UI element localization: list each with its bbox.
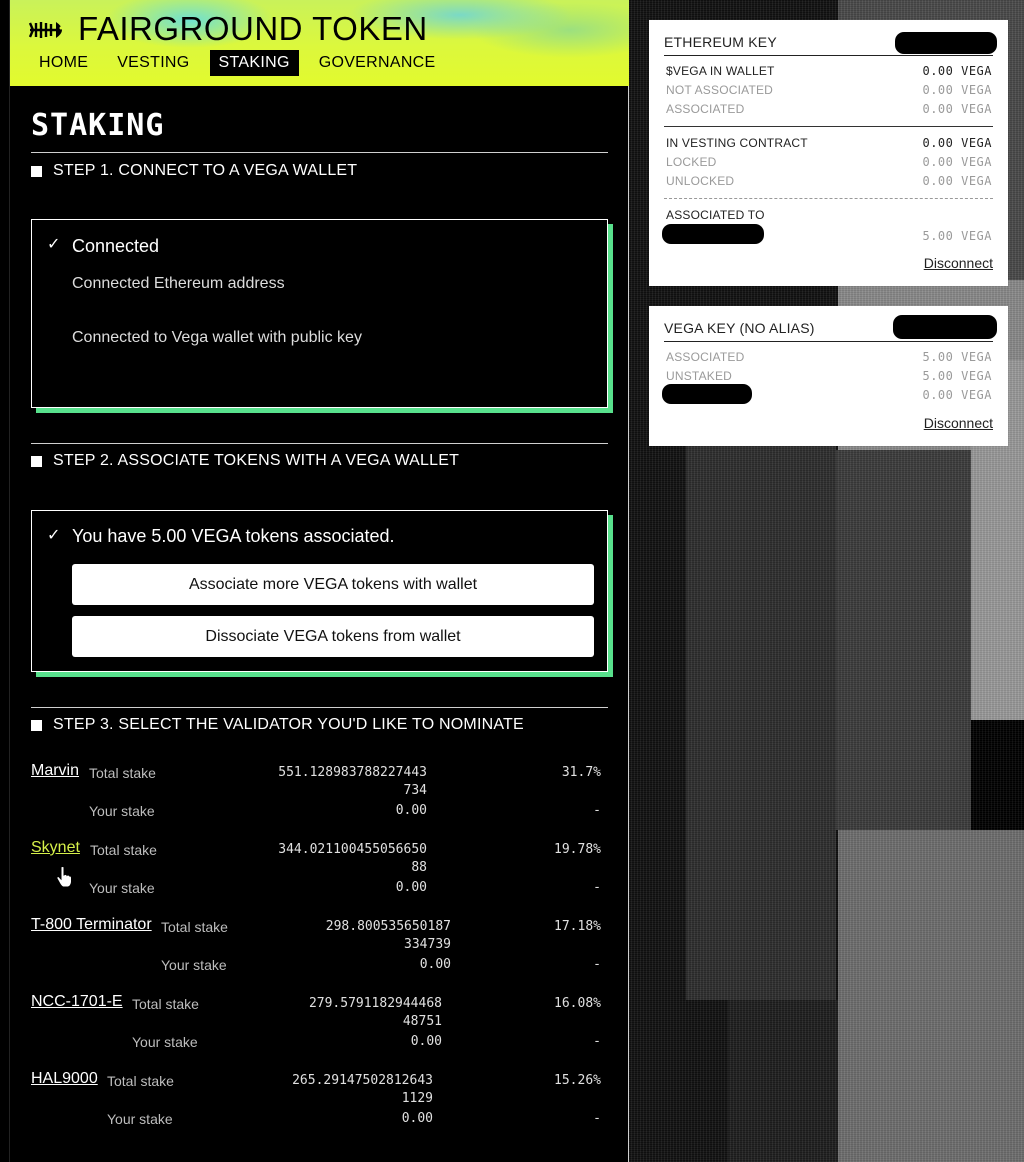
stake-percentage: 31.7% (561, 765, 601, 780)
step2-heading: STEP 2. ASSOCIATE TOKENS WITH A VEGA WAL… (31, 452, 459, 470)
vega-associated-row: ASSOCIATED 5.00 VEGA (666, 350, 992, 364)
wallet-balance-row: $VEGA IN WALLET 0.00 VEGA (666, 64, 992, 78)
total-stake-label: Total stake (89, 765, 156, 781)
staked-row: 0.00 VEGA (922, 388, 992, 402)
total-stake-label: Total stake (161, 919, 228, 935)
stake-percentage: 17.18% (554, 919, 601, 934)
dashed-divider (664, 198, 993, 199)
ethereum-key-panel: ETHEREUM KEY $VEGA IN WALLET 0.00 VEGA NO… (649, 20, 1008, 286)
your-stake-percentage: - (593, 1111, 601, 1126)
divider (664, 126, 993, 127)
step1-heading: STEP 1. CONNECT TO A VEGA WALLET (31, 162, 357, 180)
step2-heading-text: STEP 2. ASSOCIATE TOKENS WITH A VEGA WAL… (53, 452, 460, 469)
redacted-eth-address (895, 32, 997, 54)
validator-link-ncc1701e[interactable]: NCC-1701-E (31, 993, 123, 1011)
eth-disconnect-link[interactable]: Disconnect (924, 255, 993, 271)
check-icon: ✓ (47, 527, 61, 544)
page-title: STAKING (31, 108, 165, 143)
total-stake-value: 551.128983788227443 734 (278, 765, 427, 798)
bullet-square-icon (31, 165, 42, 177)
associate-more-button[interactable]: Associate more VEGA tokens with wallet (72, 564, 594, 605)
your-stake-value: 0.00 (410, 1034, 442, 1049)
eth-address-label: Connected Ethereum address (72, 275, 285, 292)
fish-skeleton-icon (28, 22, 63, 38)
step1-heading-text: STEP 1. CONNECT TO A VEGA WALLET (53, 162, 358, 179)
app-title: FAIRGROUND TOKEN (78, 10, 428, 47)
main-panel: FAIRGROUND TOKEN HOME VESTING STAKING GO… (9, 0, 629, 1162)
total-stake-value: 344.021100455056650 88 (278, 842, 427, 875)
bullet-square-icon (31, 719, 42, 731)
association-status: You have 5.00 VEGA tokens associated. (72, 526, 395, 546)
validator-link-t800[interactable]: T-800 Terminator (31, 916, 152, 934)
step3-heading-text: STEP 3. SELECT THE VALIDATOR YOU'D LIKE … (53, 716, 524, 733)
your-stake-label: Your stake (132, 1034, 198, 1050)
your-stake-percentage: - (593, 880, 601, 895)
total-stake-label: Total stake (90, 842, 157, 858)
nav-staking[interactable]: STAKING (209, 50, 299, 76)
your-stake-label: Your stake (161, 957, 227, 973)
your-stake-value: 0.00 (395, 803, 427, 818)
validator-link-skynet[interactable]: Skynet (31, 839, 80, 857)
connection-status: Connected (72, 236, 160, 256)
vesting-contract-row: IN VESTING CONTRACT 0.00 VEGA (666, 136, 992, 150)
stake-percentage: 19.78% (554, 842, 601, 857)
unlocked-row: UNLOCKED 0.00 VEGA (666, 174, 992, 188)
associated-amount-row: 5.00 VEGA (922, 229, 992, 243)
not-associated-row: NOT ASSOCIATED 0.00 VEGA (666, 83, 992, 97)
vega-key-label: Connected to Vega wallet with public key (72, 329, 362, 346)
redacted-vega-pubkey (893, 315, 997, 339)
hand-cursor-icon (56, 866, 72, 888)
validator-link-hal9000[interactable]: HAL9000 (31, 1070, 98, 1088)
your-stake-value: 0.00 (419, 957, 451, 972)
your-stake-label: Your stake (107, 1111, 173, 1127)
your-stake-percentage: - (593, 957, 601, 972)
locked-row: LOCKED 0.00 VEGA (666, 155, 992, 169)
top-nav: HOME VESTING STAKING GOVERNANCE (30, 50, 456, 76)
step3-heading: STEP 3. SELECT THE VALIDATOR YOU'D LIKE … (31, 716, 524, 734)
divider (31, 443, 608, 444)
your-stake-label: Your stake (89, 803, 155, 819)
bullet-square-icon (31, 455, 42, 467)
your-stake-value: 0.00 (395, 880, 427, 895)
total-stake-value: 265.29147502812643 1129 (292, 1073, 433, 1106)
connection-card: ✓ Connected Connected Ethereum address C… (31, 219, 608, 408)
your-stake-label: Your stake (89, 880, 155, 896)
total-stake-value: 279.5791182944468 48751 (308, 996, 442, 1029)
check-icon: ✓ (47, 236, 61, 253)
vega-disconnect-link[interactable]: Disconnect (924, 415, 993, 431)
associated-row: ASSOCIATED 0.00 VEGA (666, 102, 992, 116)
association-card: ✓ You have 5.00 VEGA tokens associated. … (31, 510, 608, 672)
total-stake-value: 298.800535650187 334739 (325, 919, 451, 952)
your-stake-percentage: - (593, 1034, 601, 1049)
your-stake-value: 0.00 (401, 1111, 433, 1126)
stake-percentage: 15.26% (554, 1073, 601, 1088)
total-stake-label: Total stake (107, 1073, 174, 1089)
nav-vesting[interactable]: VESTING (108, 50, 198, 76)
app-header: FAIRGROUND TOKEN HOME VESTING STAKING GO… (10, 0, 629, 86)
your-stake-percentage: - (593, 803, 601, 818)
total-stake-label: Total stake (132, 996, 199, 1012)
nav-governance[interactable]: GOVERNANCE (310, 50, 445, 76)
validator-link-marvin[interactable]: Marvin (31, 762, 79, 780)
divider (31, 707, 608, 708)
nav-home[interactable]: HOME (30, 50, 97, 76)
dissociate-button[interactable]: Dissociate VEGA tokens from wallet (72, 616, 594, 657)
vega-key-panel: VEGA KEY (NO ALIAS) ASSOCIATED 5.00 VEGA … (649, 306, 1008, 446)
stake-percentage: 16.08% (554, 996, 601, 1011)
divider (31, 152, 608, 153)
